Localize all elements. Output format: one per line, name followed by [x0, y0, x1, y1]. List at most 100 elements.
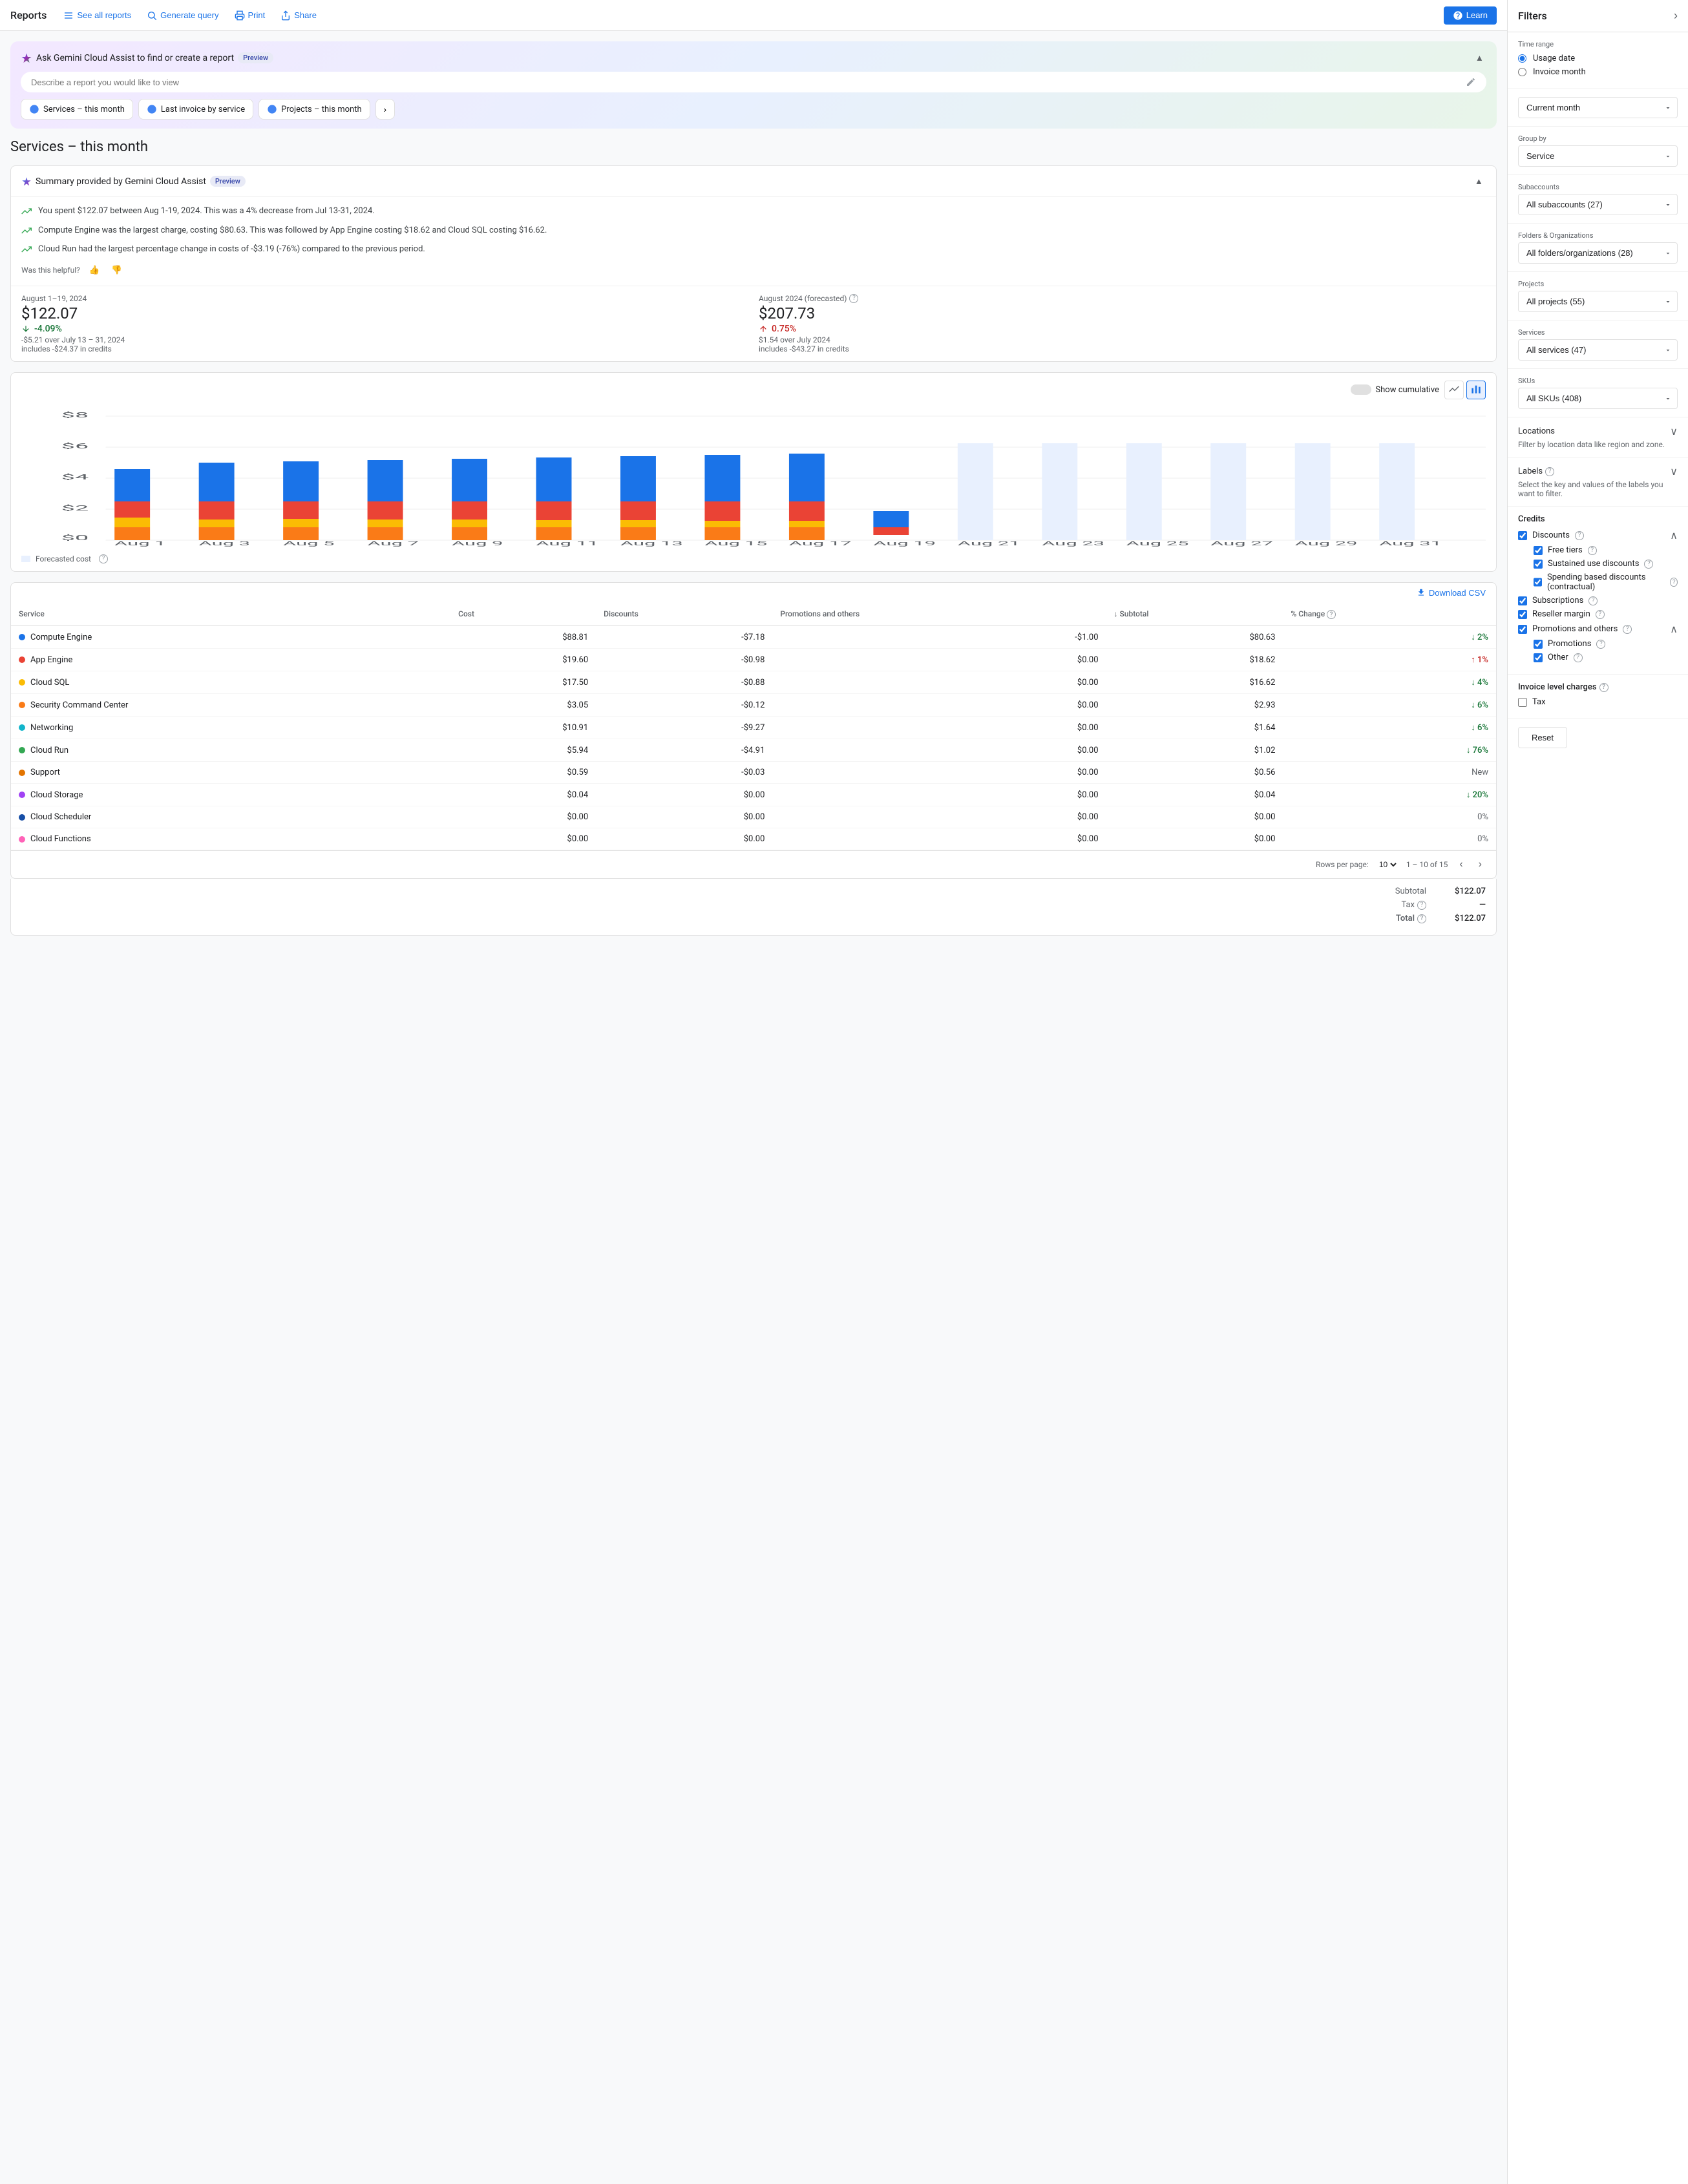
folders-select[interactable]: All folders/organizations (28) [1518, 242, 1678, 264]
sustained-help[interactable]: ? [1644, 560, 1653, 569]
thumbs-up-button[interactable]: 👍 [87, 262, 103, 278]
see-all-reports-button[interactable]: See all reports [57, 6, 138, 25]
invoice-month-radio[interactable]: Invoice month [1518, 67, 1678, 77]
services-select[interactable]: All services (47) [1518, 339, 1678, 361]
labels-help-icon[interactable]: ? [1545, 467, 1554, 476]
change-cell: ↑ 1% [1283, 649, 1496, 671]
learn-button[interactable]: Learn [1444, 6, 1497, 25]
gemini-title: Ask Gemini Cloud Assist to find or creat… [21, 52, 273, 64]
skus-section: SKUs All SKUs (408) [1508, 369, 1688, 417]
group-by-section: Group by Service [1508, 127, 1688, 175]
current-month-select[interactable]: Current month [1518, 97, 1678, 118]
prev-page-button[interactable]: ‹ [1455, 857, 1466, 872]
reset-button[interactable]: Reset [1518, 727, 1567, 748]
quick-report-projects[interactable]: Projects – this month [258, 99, 370, 120]
gemini-input[interactable] [31, 78, 1461, 87]
discounts-cell: -$0.88 [596, 671, 772, 694]
subaccounts-select[interactable]: All subaccounts (27) [1518, 194, 1678, 215]
promotions-checkbox[interactable] [1518, 625, 1527, 634]
share-button[interactable]: Share [274, 6, 323, 25]
gemini-collapse-button[interactable]: ▲ [1473, 50, 1486, 65]
forecasted-help-icon[interactable]: ? [99, 554, 108, 563]
tax-row[interactable]: Tax [1518, 697, 1678, 707]
usage-date-radio[interactable]: Usage date [1518, 54, 1678, 63]
discounts-collapsible[interactable]: Discounts ? ∧ [1518, 529, 1678, 541]
print-button[interactable]: Print [228, 6, 272, 25]
col-discounts: Discounts [596, 603, 772, 626]
promotions-help[interactable]: ? [1623, 625, 1632, 634]
subscriptions-row[interactable]: Subscriptions ? [1518, 596, 1678, 605]
discounts-children: Free tiers ? Sustained use discounts ? S… [1518, 545, 1678, 592]
subscriptions-help[interactable]: ? [1588, 596, 1598, 605]
next-page-button[interactable]: › [1475, 857, 1486, 872]
reseller-margin-row[interactable]: Reseller margin ? [1518, 609, 1678, 619]
promotions-cell: $0.00 [772, 694, 1106, 717]
cumulative-toggle[interactable]: Show cumulative [1351, 384, 1439, 395]
discounts-help-icon[interactable]: ? [1575, 531, 1584, 540]
invoice-charges-help[interactable]: ? [1599, 683, 1609, 692]
group-by-select[interactable]: Service [1518, 145, 1678, 167]
summary-collapse-button[interactable]: ▲ [1472, 174, 1486, 189]
change-cell: ↓ 20% [1283, 784, 1496, 806]
reseller-help[interactable]: ? [1596, 610, 1605, 619]
cost-cell: $0.04 [450, 784, 596, 806]
col-subtotal: ↓ Subtotal [1106, 603, 1283, 626]
locations-collapsible[interactable]: Locations ∨ [1518, 425, 1678, 437]
subtotal-cell: $1.64 [1106, 717, 1283, 739]
thumbs-down-button[interactable]: 👎 [109, 262, 125, 278]
discounts-checkbox[interactable] [1518, 531, 1527, 540]
labels-collapsible[interactable]: Labels ? ∨ [1518, 465, 1678, 478]
svg-text:Aug 23: Aug 23 [1042, 540, 1104, 546]
subtotal-cell: $0.56 [1106, 762, 1283, 784]
free-tiers-help[interactable]: ? [1588, 546, 1597, 555]
spending-based-row[interactable]: Spending based discounts (contractual) ? [1534, 572, 1678, 592]
tax-help-icon[interactable]: ? [1417, 901, 1426, 910]
skus-select[interactable]: All SKUs (408) [1518, 388, 1678, 409]
promotions-cell: $0.00 [772, 762, 1106, 784]
table-toolbar: Download CSV [11, 583, 1496, 603]
filters-collapse-button[interactable]: › [1674, 9, 1678, 23]
svg-text:Aug 29: Aug 29 [1295, 540, 1358, 546]
service-name-cell: Cloud SQL [11, 671, 450, 694]
subtotal-cell: $16.62 [1106, 671, 1283, 694]
filters-title: Filters [1518, 10, 1547, 22]
svg-text:$6: $6 [61, 441, 89, 450]
topnav: Reports See all reports Generate query P… [0, 0, 1507, 31]
chart-controls: Show cumulative [21, 381, 1486, 399]
service-name-cell: Cloud Run [11, 739, 450, 762]
svg-text:$8: $8 [61, 410, 89, 419]
time-range-section: Time range Usage date Invoice month [1508, 32, 1688, 89]
sustained-use-row[interactable]: Sustained use discounts ? [1534, 559, 1678, 569]
promotions-item-help[interactable]: ? [1596, 640, 1605, 649]
trend-icon-3 [21, 244, 32, 255]
download-icon [1417, 588, 1426, 597]
gemini-input-row [21, 72, 1486, 92]
rows-per-page-select[interactable]: 10 25 50 [1377, 859, 1398, 870]
other-row[interactable]: Other ? [1534, 653, 1678, 662]
service-name-cell: Cloud Scheduler [11, 806, 450, 828]
bar-chart-button[interactable] [1466, 381, 1486, 399]
spending-help[interactable]: ? [1670, 578, 1678, 587]
projects-select[interactable]: All projects (55) [1518, 291, 1678, 312]
up-arrow-icon [759, 324, 768, 333]
promotions-item-row[interactable]: Promotions ? [1534, 639, 1678, 649]
page-title: Services – this month [10, 139, 1497, 155]
change-help-icon[interactable]: ? [1327, 610, 1336, 619]
table-row: App Engine $19.60 -$0.98 $0.00 $18.62 ↑ … [11, 649, 1496, 671]
forecast-help-icon[interactable]: ? [849, 294, 858, 303]
change-cell: ↓ 6% [1283, 694, 1496, 717]
chart-area: Show cumulative $8 $6 $4 [10, 372, 1497, 572]
generate-query-button[interactable]: Generate query [140, 6, 225, 25]
promotions-collapsible[interactable]: Promotions and others ? ∧ [1518, 623, 1678, 635]
free-tiers-row[interactable]: Free tiers ? [1534, 545, 1678, 555]
line-chart-button[interactable] [1444, 381, 1464, 399]
other-help[interactable]: ? [1574, 653, 1583, 662]
folders-section: Folders & Organizations All folders/orga… [1508, 224, 1688, 272]
total-help-icon[interactable]: ? [1417, 914, 1426, 923]
quick-report-invoice[interactable]: Last invoice by service [138, 99, 253, 120]
download-csv-button[interactable]: Download CSV [1417, 588, 1486, 598]
summary-item-2: Compute Engine was the largest charge, c… [21, 224, 1486, 237]
quick-report-services[interactable]: Services – this month [21, 99, 133, 120]
quick-reports-next-button[interactable]: › [375, 99, 395, 120]
svg-text:Aug 15: Aug 15 [704, 540, 767, 546]
